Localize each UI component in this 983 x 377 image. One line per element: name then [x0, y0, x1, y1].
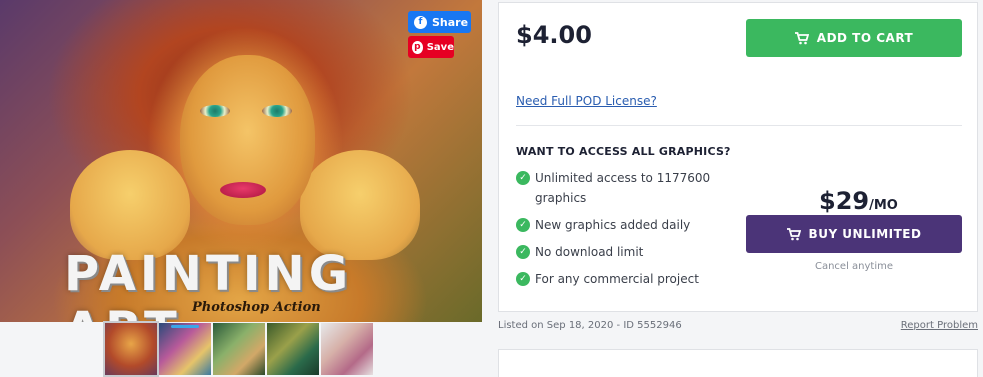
thumbnail-2[interactable]: [159, 323, 211, 375]
feature-text: For any commercial project: [535, 272, 699, 286]
cancel-anytime-text: Cancel anytime: [814, 261, 894, 272]
feature-item: ✓ No download limit: [516, 242, 726, 262]
buy-unlimited-button[interactable]: BUY UNLIMITED: [746, 215, 962, 253]
feature-text: New graphics added daily: [535, 218, 691, 232]
feature-text: Unlimited access to 1177600 graphics: [535, 171, 711, 205]
left-hand-art: [70, 150, 190, 260]
feature-item: ✓ New graphics added daily: [516, 215, 726, 235]
check-icon: ✓: [516, 218, 530, 232]
feature-item: ✓ For any commercial project: [516, 269, 726, 289]
share-label: Share: [432, 15, 469, 29]
thumbnail-indicator: [171, 325, 199, 328]
right-eye-art: [262, 105, 292, 117]
feature-list: ✓ Unlimited access to 1177600 graphics ✓…: [516, 168, 726, 296]
product-page: PAINTING ART Photoshop Action f Share p …: [0, 0, 983, 377]
face-art: [180, 55, 315, 225]
cart-icon: [794, 31, 809, 44]
feature-text: No download limit: [535, 245, 644, 259]
purchase-card: $4.00 ADD TO CART Need Full POD License?…: [498, 2, 978, 312]
unlimited-price-period: /MO: [869, 198, 898, 213]
secondary-card: [498, 349, 978, 377]
thumbnail-strip: [103, 321, 373, 377]
pod-license-link[interactable]: Need Full POD License?: [516, 94, 657, 108]
unlimited-price: $29/MO: [819, 187, 898, 215]
divider: [516, 125, 962, 126]
cart-icon: [786, 227, 801, 240]
facebook-share-button[interactable]: f Share: [408, 11, 471, 33]
feature-item: ✓ Unlimited access to 1177600 graphics: [516, 168, 726, 208]
check-icon: ✓: [516, 245, 530, 259]
buy-unlimited-label: BUY UNLIMITED: [808, 227, 922, 241]
unlimited-heading: WANT TO ACCESS ALL GRAPHICS?: [516, 145, 731, 158]
save-label: Save: [426, 41, 454, 53]
lips-art: [220, 182, 266, 198]
check-icon: ✓: [516, 272, 530, 286]
pinterest-save-button[interactable]: p Save: [408, 36, 454, 58]
facebook-icon: f: [414, 15, 427, 29]
pinterest-icon: p: [412, 40, 423, 54]
thumbnail-1[interactable]: [103, 321, 159, 377]
unlimited-price-amount: $29: [819, 187, 870, 215]
left-eye-art: [200, 105, 230, 117]
listing-info: Listed on Sep 18, 2020 - ID 5552946: [498, 320, 682, 331]
check-icon: ✓: [516, 171, 530, 185]
thumbnail-4[interactable]: [267, 323, 319, 375]
right-hand-art: [300, 150, 420, 260]
thumbnail-3[interactable]: [213, 323, 265, 375]
image-subtitle-text: Photoshop Action: [192, 300, 321, 315]
thumbnail-5[interactable]: [321, 323, 373, 375]
add-to-cart-button[interactable]: ADD TO CART: [746, 19, 962, 57]
product-preview-image[interactable]: PAINTING ART Photoshop Action f Share p …: [0, 0, 482, 322]
product-price: $4.00: [516, 21, 592, 49]
add-to-cart-label: ADD TO CART: [816, 31, 914, 45]
report-problem-link[interactable]: Report Problem: [901, 320, 978, 331]
